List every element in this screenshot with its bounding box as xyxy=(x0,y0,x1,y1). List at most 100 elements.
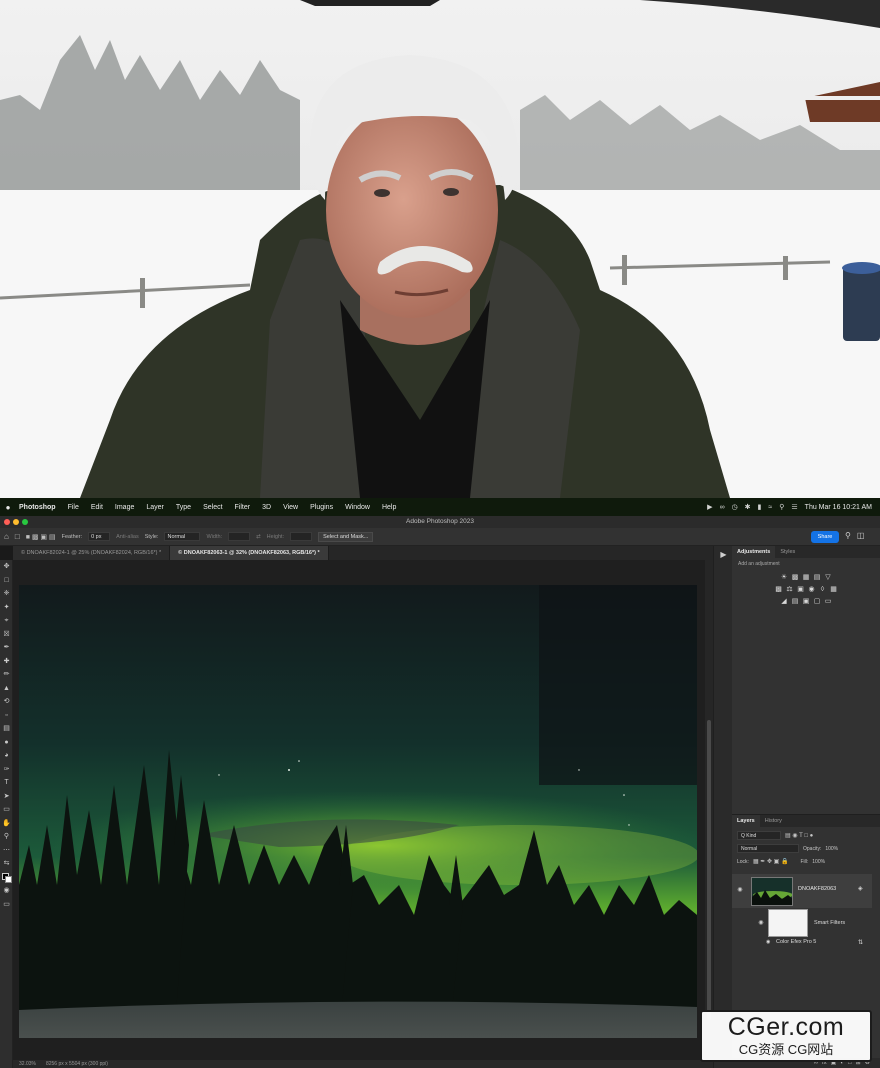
dodge-tool-icon[interactable]: ◕ xyxy=(0,749,13,763)
scrollbar-thumb[interactable] xyxy=(707,720,711,1020)
menu-edit[interactable]: Edit xyxy=(85,504,109,511)
apple-icon[interactable]: ● xyxy=(0,503,16,512)
threshold-icon[interactable]: ▣ xyxy=(802,597,811,606)
height-input[interactable] xyxy=(290,532,313,541)
eraser-icon[interactable]: ▫ xyxy=(0,709,13,723)
hand-tool-icon[interactable]: ✋ xyxy=(0,817,13,831)
visibility-eye-icon[interactable]: ◉ xyxy=(735,886,745,893)
bluetooth-icon[interactable]: ✱ xyxy=(745,503,751,511)
tab-document-1[interactable]: © DNOAKF82024-1 @ 25% (DNOAKF82024, RGB/… xyxy=(13,546,171,560)
selection-mode-icons[interactable]: ■ ▩ ▣ ▤ xyxy=(26,533,56,541)
gradient-map-icon[interactable]: ▭ xyxy=(824,597,833,606)
color-lookup-icon[interactable]: ▦ xyxy=(829,585,838,594)
layer-name[interactable]: DNOAKF82063 xyxy=(798,886,836,892)
type-tool-icon[interactable]: T xyxy=(0,776,13,790)
tab-document-2[interactable]: © DNOAKF82063-1 @ 32% (DNOAKF82063, RGB/… xyxy=(170,546,329,560)
menu-window[interactable]: Window xyxy=(339,504,376,511)
menu-layer[interactable]: Layer xyxy=(140,504,170,511)
hue-saturation-icon[interactable]: ▩ xyxy=(774,585,783,594)
quick-select-icon[interactable]: ✦ xyxy=(0,601,13,615)
layer-row[interactable]: ◉ DNOAKF82063 ◈ xyxy=(732,874,872,908)
tab-layers[interactable]: Layers xyxy=(732,815,760,827)
frame-tool-icon[interactable]: ☒ xyxy=(0,628,13,642)
minimize-icon[interactable] xyxy=(13,519,19,525)
photo-filter-icon[interactable]: ◉ xyxy=(807,585,816,594)
marquee-tool-icon[interactable]: □ xyxy=(0,574,13,588)
history-brush-icon[interactable]: ⟲ xyxy=(0,695,13,709)
canvas-vertical-scrollbar[interactable] xyxy=(705,560,713,1060)
posterize-icon[interactable]: ▤ xyxy=(791,597,800,606)
creative-cloud-icon[interactable]: ∞ xyxy=(720,504,725,511)
more-tools-icon[interactable]: ⋯ xyxy=(0,844,13,858)
zoom-icon[interactable] xyxy=(22,519,28,525)
zoom-tool-icon[interactable]: ⚲ xyxy=(0,830,13,844)
feather-input[interactable]: 0 px xyxy=(88,532,111,541)
menu-file[interactable]: File xyxy=(62,504,85,511)
healing-brush-icon[interactable]: ✚ xyxy=(0,655,13,669)
swap-icon[interactable]: ⇄ xyxy=(256,534,261,540)
canvas-area[interactable] xyxy=(13,560,713,1060)
invert-icon[interactable]: ◢ xyxy=(780,597,789,606)
marquee-tool-icon[interactable]: □ xyxy=(15,532,20,541)
fill-value[interactable]: 100% xyxy=(812,859,825,865)
antialias-checkbox[interactable]: Anti-alias xyxy=(116,534,139,540)
shape-tool-icon[interactable]: ▭ xyxy=(0,803,13,817)
lock-icons[interactable]: ▦ ✒ ✥ ▣ 🔒 xyxy=(753,858,789,865)
color-swatches-icon[interactable] xyxy=(0,871,13,885)
menu-3d[interactable]: 3D xyxy=(256,504,277,511)
filter-row[interactable]: ◉ Color Efex Pro 5 ⇅ xyxy=(732,939,872,949)
eyedropper-icon[interactable]: ✒ xyxy=(0,641,13,655)
smart-filters-row[interactable]: ◉ Smart Filters xyxy=(732,909,872,939)
path-select-icon[interactable]: ➤ xyxy=(0,790,13,804)
menu-plugins[interactable]: Plugins xyxy=(304,504,339,511)
stamp-tool-icon[interactable]: ▲ xyxy=(0,682,13,696)
search-icon[interactable]: ⚲ xyxy=(779,503,784,511)
gradient-icon[interactable]: ▤ xyxy=(0,722,13,736)
levels-icon[interactable]: ▩ xyxy=(791,573,800,582)
blend-mode-select[interactable]: Normal xyxy=(737,844,799,853)
clock-icon[interactable]: ◷ xyxy=(732,503,738,511)
control-center-icon[interactable]: ☰ xyxy=(791,503,797,511)
filter-type-icons[interactable]: ▤ ◉ T □ ● xyxy=(785,832,813,839)
tab-styles[interactable]: Styles xyxy=(775,546,800,558)
select-and-mask-button[interactable]: Select and Mask... xyxy=(318,531,374,542)
menu-select[interactable]: Select xyxy=(197,504,228,511)
search-icon[interactable]: ⚲ xyxy=(845,531,851,540)
menu-type[interactable]: Type xyxy=(170,504,197,511)
blur-tool-icon[interactable]: ● xyxy=(0,736,13,750)
close-icon[interactable] xyxy=(4,519,10,525)
screen-mode-icon[interactable]: ▭ xyxy=(0,898,13,912)
move-tool-icon[interactable]: ✥ xyxy=(0,560,13,574)
curves-icon[interactable]: ▦ xyxy=(802,573,811,582)
zoom-readout[interactable]: 32.03% xyxy=(19,1060,36,1068)
menu-image[interactable]: Image xyxy=(109,504,140,511)
black-white-icon[interactable]: ▣ xyxy=(796,585,805,594)
filter-options-icon[interactable]: ⇅ xyxy=(858,939,863,946)
pen-tool-icon[interactable]: ✑ xyxy=(0,763,13,777)
crop-tool-icon[interactable]: ⌖ xyxy=(0,614,13,628)
menu-filter[interactable]: Filter xyxy=(229,504,257,511)
channel-mixer-icon[interactable]: ◊ xyxy=(818,585,827,594)
play-actions-icon[interactable]: ▶ xyxy=(714,546,733,564)
opacity-value[interactable]: 100% xyxy=(825,846,838,852)
style-select[interactable]: Normal xyxy=(164,532,201,541)
menu-help[interactable]: Help xyxy=(376,504,402,511)
workspace-icon[interactable]: ◫ xyxy=(857,531,865,540)
home-icon[interactable]: ⌂ xyxy=(4,532,9,541)
battery-icon[interactable]: ▮ xyxy=(758,503,762,511)
vibrance-icon[interactable]: ▽ xyxy=(824,573,833,582)
swap-colors-icon[interactable]: ⇆ xyxy=(0,857,13,871)
menu-view[interactable]: View xyxy=(277,504,304,511)
width-input[interactable] xyxy=(228,532,251,541)
filter-eye-icon[interactable]: ◉ xyxy=(766,939,770,945)
filter-name[interactable]: Color Efex Pro 5 xyxy=(776,939,816,945)
wifi-icon[interactable]: ≈ xyxy=(768,504,772,511)
kind-filter-select[interactable]: Q Kind xyxy=(737,831,781,840)
tab-history[interactable]: History xyxy=(760,815,787,827)
selective-color-icon[interactable]: ▢ xyxy=(813,597,822,606)
aurora-photo[interactable] xyxy=(19,585,697,1038)
brightness-contrast-icon[interactable]: ☀ xyxy=(780,573,789,582)
exposure-icon[interactable]: ▤ xyxy=(813,573,822,582)
menu-app[interactable]: Photoshop xyxy=(16,504,62,511)
lasso-tool-icon[interactable]: ❈ xyxy=(0,587,13,601)
